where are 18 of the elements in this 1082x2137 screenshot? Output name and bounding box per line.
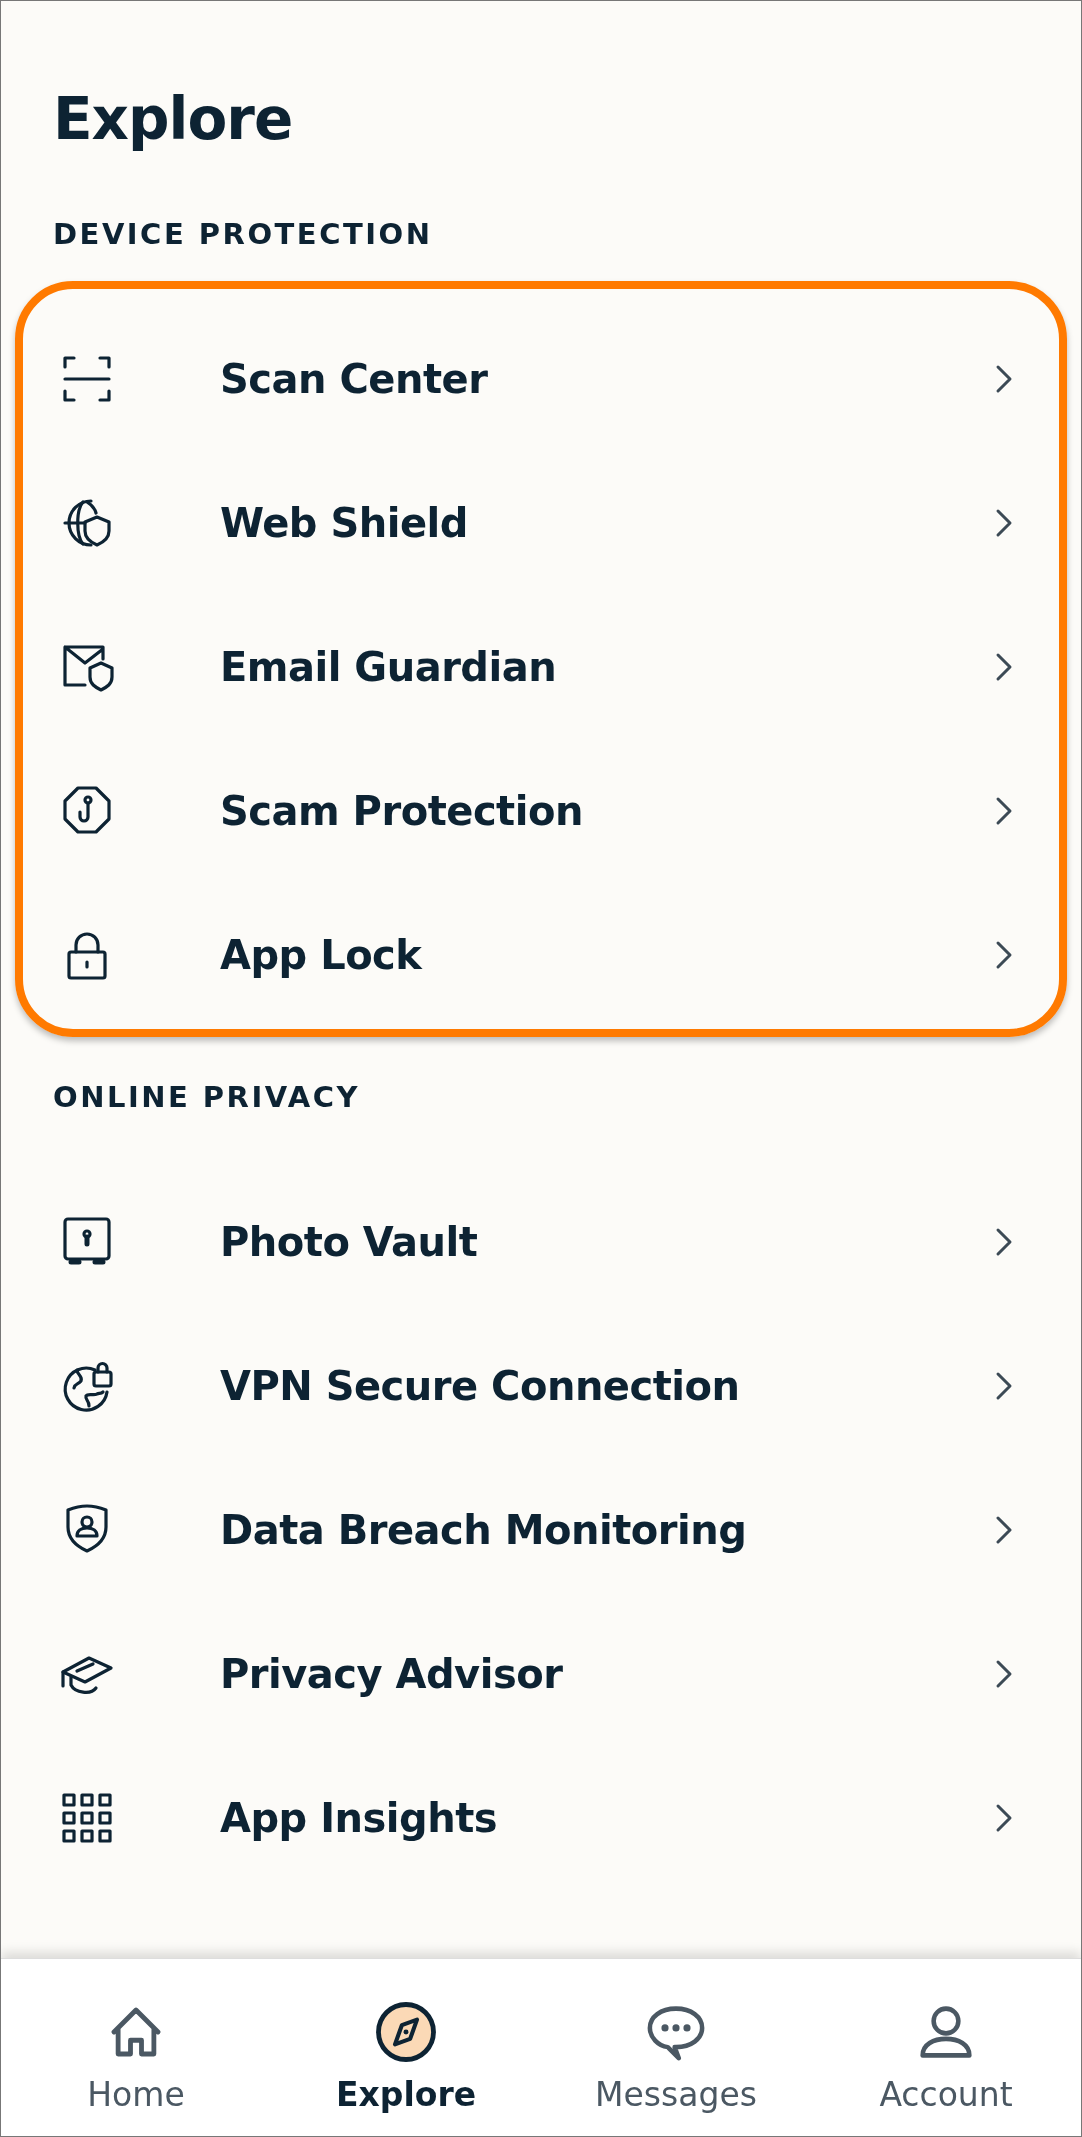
feature-item[interactable]: Scam Protection xyxy=(23,739,1059,883)
feature-item[interactable]: Photo Vault xyxy=(23,1170,1059,1314)
feature-item[interactable]: App Insights xyxy=(23,1746,1059,1890)
compass-icon xyxy=(373,1999,439,2065)
nav-tab[interactable]: Messages xyxy=(541,1959,811,2136)
feature-item[interactable]: Scan Center xyxy=(23,307,1059,451)
nav-tab[interactable]: Explore xyxy=(271,1959,541,2136)
page-title: Explore xyxy=(53,84,294,155)
feature-item[interactable]: VPN Secure Connection xyxy=(23,1314,1059,1458)
feature-item[interactable]: Web Shield xyxy=(23,451,1059,595)
feature-item[interactable]: Email Guardian xyxy=(23,595,1059,739)
feature-item[interactable]: App Lock xyxy=(23,883,1059,1027)
section-heading: ONLINE PRIVACY xyxy=(53,1079,361,1116)
section-heading: DEVICE PROTECTION xyxy=(53,216,434,253)
nav-tab[interactable]: Home xyxy=(1,1959,271,2136)
feature-item[interactable]: Privacy Advisor xyxy=(23,1602,1059,1746)
feature-item[interactable]: Data Breach Monitoring xyxy=(23,1458,1059,1602)
nav-tab[interactable]: Account xyxy=(811,1959,1081,2136)
